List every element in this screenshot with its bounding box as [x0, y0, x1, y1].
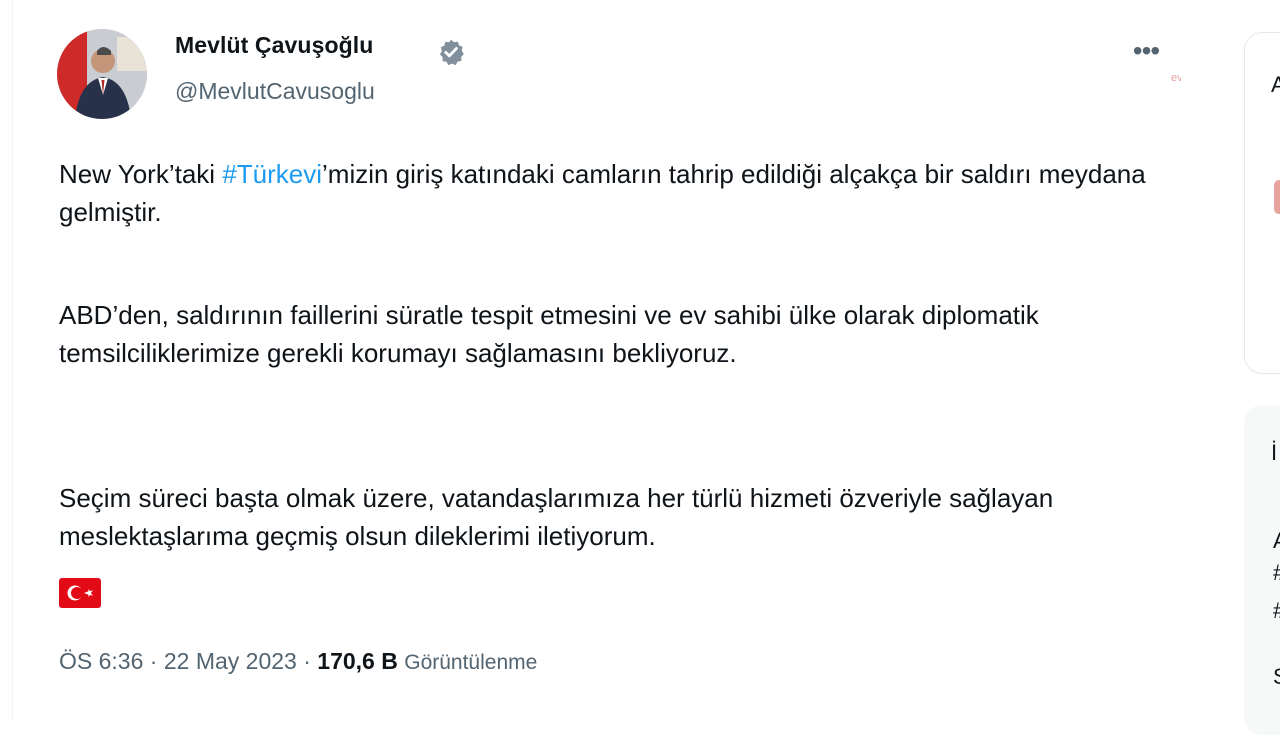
tweet-paragraph-3: Seçim süreci başta olmak üzere, vatandaş…	[59, 483, 1054, 551]
tweet-date[interactable]: 22 May 2023	[164, 648, 297, 674]
left-gutter	[0, 0, 12, 720]
paragraph-1-start: New York’taki	[59, 159, 223, 189]
sidebar-fragment-6: S	[1273, 664, 1280, 690]
tweet-paragraph-2: ABD’den, saldırının faillerini süratle t…	[59, 300, 1039, 368]
sidebar-fragment-5: #	[1273, 598, 1280, 624]
sidebar-fragment-3: A	[1273, 528, 1280, 554]
views-label: Görüntülenme	[404, 651, 538, 674]
author-handle[interactable]: @MevlutCavusoglu	[175, 78, 375, 105]
turkey-flag-icon	[59, 578, 101, 608]
more-options-button[interactable]: •••	[1129, 37, 1163, 66]
sidebar-fragment-2: İ	[1271, 440, 1278, 465]
avatar[interactable]	[57, 29, 147, 119]
author-name[interactable]: Mevlüt Çavuşoğlu	[175, 32, 373, 59]
verified-badge-icon	[439, 39, 464, 66]
more-horizontal-icon: •••	[1132, 35, 1160, 66]
meta-separator-2: ·	[303, 648, 311, 674]
tweet-time[interactable]: ÖS 6:36	[59, 648, 143, 674]
sidebar-avatar-fragment	[1274, 180, 1280, 214]
sidebar-fragment-1: A	[1271, 72, 1280, 97]
avatar-photo	[57, 29, 147, 119]
tweet-paragraph-1: New York’taki #Türkevi’mizin giriş katın…	[59, 155, 1159, 231]
meta-separator: ·	[149, 648, 158, 674]
views-count[interactable]: 170,6 B	[317, 648, 398, 674]
hashtag-link[interactable]: #Türkevi	[222, 159, 322, 189]
tweet-card: Mevlüt Çavuşoğlu @MevlutCavusoglu ••• ev…	[12, 0, 1198, 720]
sidebar-fragment-4: #	[1273, 560, 1280, 586]
tweet-meta: ÖS 6:36 · 22 May 2023 · 170,6 B Görüntül…	[59, 648, 537, 675]
